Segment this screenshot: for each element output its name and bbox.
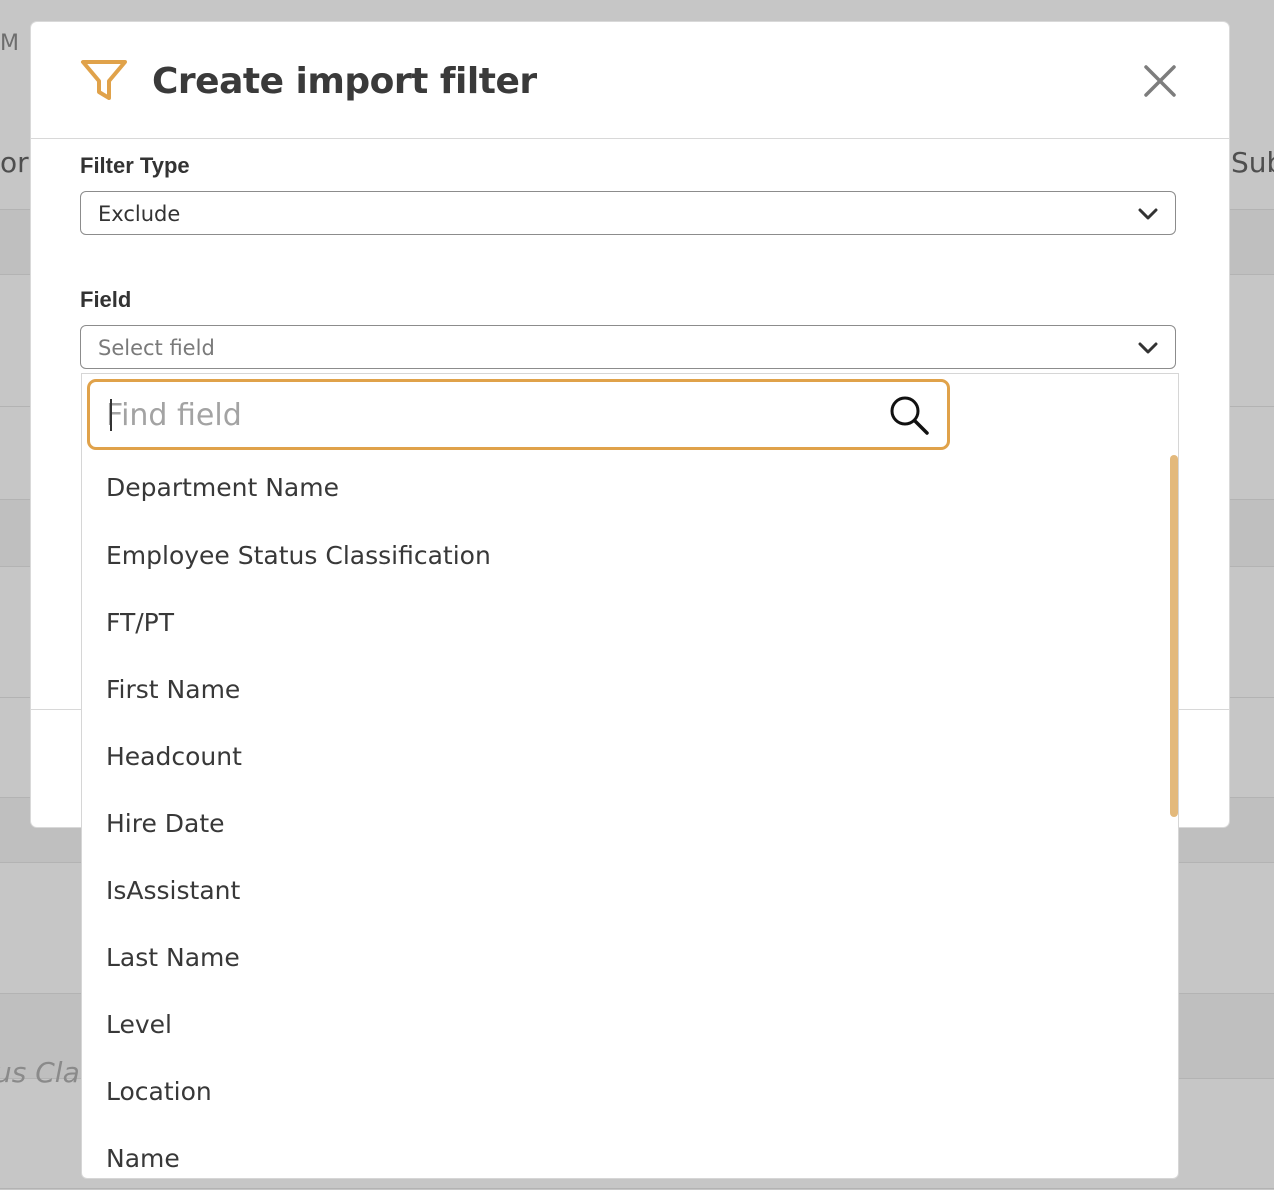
field-option[interactable]: Location [82,1058,1162,1125]
background-text: us Cla [0,1056,80,1089]
background-divider [0,1188,1274,1189]
field-select-placeholder: Select field [98,336,215,360]
field-option[interactable]: FT/PT [82,589,1162,656]
field-option[interactable]: Headcount [82,723,1162,790]
find-field-input[interactable] [106,391,866,439]
dialog-title: Create import filter [152,61,537,102]
field-label: Field [80,287,132,312]
field-option[interactable]: Name [82,1125,1162,1178]
field-option[interactable]: Last Name [82,924,1162,991]
field-option[interactable]: Level [82,991,1162,1058]
field-option[interactable]: Department Name [82,454,1162,522]
field-option[interactable]: IsAssistant [82,857,1162,924]
field-dropdown-panel: Department Name Employee Status Classifi… [81,373,1179,1179]
filter-type-select[interactable]: Exclude [80,191,1176,235]
dialog-header: Create import filter [31,22,1229,139]
text-caret [110,399,112,431]
chevron-down-icon [1138,342,1158,354]
field-option[interactable]: Employee Status Classification [82,522,1162,589]
background-text: M [0,31,19,56]
search-icon[interactable] [888,394,932,436]
background-text: Sub [1231,146,1274,179]
background-text: or [0,146,29,179]
dropdown-scrollbar[interactable] [1170,455,1178,817]
filter-icon [81,60,127,100]
field-option[interactable]: Hire Date [82,790,1162,857]
chevron-down-icon [1138,208,1158,220]
find-field-search [87,379,950,450]
field-select[interactable]: Select field [80,325,1176,369]
field-option-list: Department Name Employee Status Classifi… [82,454,1162,1178]
filter-type-value: Exclude [98,202,181,226]
field-option[interactable]: First Name [82,656,1162,723]
close-icon[interactable] [1141,62,1179,100]
filter-type-label: Filter Type [80,153,190,178]
